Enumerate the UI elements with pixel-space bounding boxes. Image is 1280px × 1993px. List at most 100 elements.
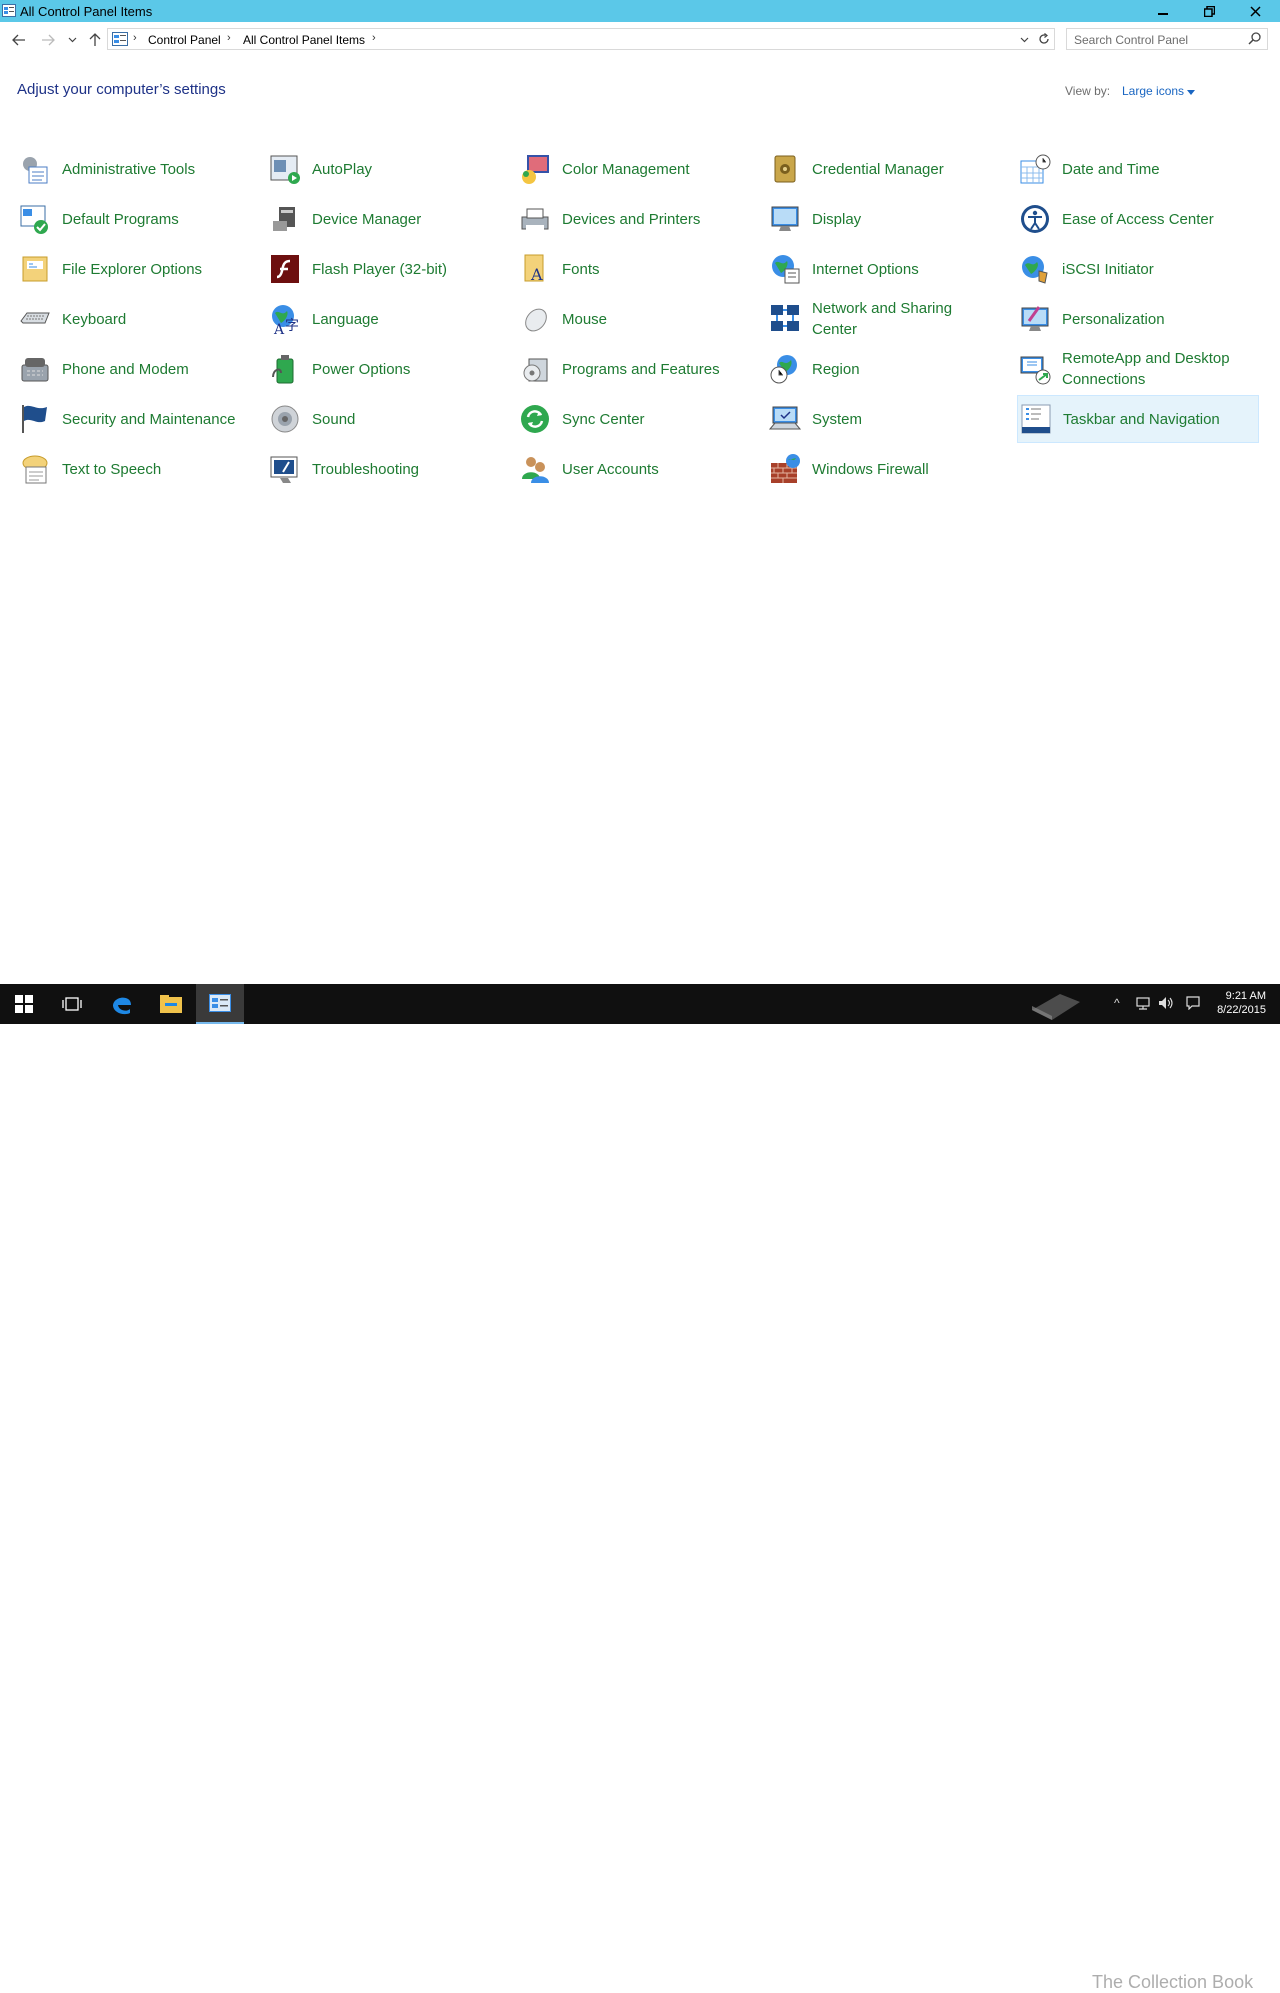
- volume-icon[interactable]: [1158, 996, 1174, 1010]
- breadcrumb-separator[interactable]: ›: [133, 32, 137, 44]
- control-panel-item[interactable]: Ease of Access Center: [1017, 195, 1259, 243]
- control-panel-item[interactable]: Programs and Features: [517, 345, 759, 393]
- item-label[interactable]: Security and Maintenance: [62, 409, 235, 430]
- control-panel-item[interactable]: Administrative Tools: [17, 145, 259, 193]
- control-panel-item[interactable]: Personalization: [1017, 295, 1259, 343]
- item-label[interactable]: Taskbar and Navigation: [1063, 409, 1220, 430]
- file-explorer-button[interactable]: [147, 984, 195, 1024]
- item-label[interactable]: Language: [312, 309, 379, 330]
- control-panel-taskbar-button[interactable]: [196, 984, 244, 1024]
- control-panel-item[interactable]: AutoPlay: [267, 145, 509, 193]
- item-label[interactable]: Flash Player (32-bit): [312, 259, 447, 280]
- close-button[interactable]: [1232, 0, 1278, 22]
- date-time-icon: [1020, 154, 1051, 184]
- item-label[interactable]: AutoPlay: [312, 159, 372, 180]
- control-panel-item[interactable]: Date and Time: [1017, 145, 1259, 193]
- control-panel-item[interactable]: Windows Firewall: [767, 445, 1009, 493]
- item-label[interactable]: Fonts: [562, 259, 600, 280]
- control-panel-item[interactable]: Color Management: [517, 145, 759, 193]
- item-label[interactable]: Administrative Tools: [62, 159, 195, 180]
- refresh-icon[interactable]: [1038, 33, 1050, 45]
- item-label[interactable]: iSCSI Initiator: [1062, 259, 1154, 280]
- task-view-button[interactable]: [48, 984, 96, 1024]
- item-label[interactable]: Date and Time: [1062, 159, 1160, 180]
- item-label[interactable]: Color Management: [562, 159, 690, 180]
- breadcrumb-control-panel[interactable]: Control Panel: [148, 33, 221, 47]
- control-panel-item[interactable]: iSCSI Initiator: [1017, 245, 1259, 293]
- item-label[interactable]: Sync Center: [562, 409, 645, 430]
- forward-button[interactable]: [38, 30, 58, 50]
- control-panel-item[interactable]: Flash Player (32-bit): [267, 245, 509, 293]
- control-panel-item[interactable]: Phone and Modem: [17, 345, 259, 393]
- control-panel-item[interactable]: Internet Options: [767, 245, 1009, 293]
- view-by-dropdown[interactable]: Large icons: [1122, 84, 1196, 98]
- back-button[interactable]: [9, 30, 29, 50]
- item-label[interactable]: Display: [812, 209, 861, 230]
- item-label[interactable]: Sound: [312, 409, 355, 430]
- control-panel-item[interactable]: Security and Maintenance: [17, 395, 259, 443]
- item-label[interactable]: Default Programs: [62, 209, 179, 230]
- control-panel-item[interactable]: A Fonts: [517, 245, 759, 293]
- item-label[interactable]: Text to Speech: [62, 459, 161, 480]
- item-label[interactable]: Ease of Access Center: [1062, 209, 1214, 230]
- view-by-value[interactable]: Large icons: [1122, 84, 1184, 98]
- control-panel-item[interactable]: Credential Manager: [767, 145, 1009, 193]
- item-label[interactable]: Network and Sharing Center: [812, 298, 997, 340]
- control-panel-item[interactable]: Sound: [267, 395, 509, 443]
- minimize-button[interactable]: [1140, 0, 1186, 22]
- item-label[interactable]: RemoteApp and Desktop Connections: [1062, 348, 1247, 390]
- item-label[interactable]: Keyboard: [62, 309, 126, 330]
- item-label[interactable]: Devices and Printers: [562, 209, 700, 230]
- item-label[interactable]: Windows Firewall: [812, 459, 929, 480]
- item-label[interactable]: Power Options: [312, 359, 410, 380]
- control-panel-item[interactable]: Network and Sharing Center: [767, 295, 1009, 343]
- item-label[interactable]: Internet Options: [812, 259, 919, 280]
- up-button[interactable]: [85, 30, 105, 50]
- control-panel-item[interactable]: Region: [767, 345, 1009, 393]
- clock[interactable]: 9:21 AM 8/22/2015: [1217, 989, 1266, 1017]
- dropdown-arrow-icon[interactable]: [1187, 90, 1196, 95]
- item-label[interactable]: Phone and Modem: [62, 359, 189, 380]
- control-panel-item[interactable]: Devices and Printers: [517, 195, 759, 243]
- search-icon[interactable]: [1248, 32, 1261, 45]
- control-panel-item[interactable]: Display: [767, 195, 1009, 243]
- control-panel-item[interactable]: Text to Speech: [17, 445, 259, 493]
- network-tray-icon[interactable]: [1136, 996, 1150, 1010]
- control-panel-item[interactable]: System: [767, 395, 1009, 443]
- start-button[interactable]: [0, 984, 48, 1024]
- item-label[interactable]: User Accounts: [562, 459, 659, 480]
- control-panel-item[interactable]: Power Options: [267, 345, 509, 393]
- breadcrumb-all-items[interactable]: All Control Panel Items: [243, 33, 365, 47]
- item-label[interactable]: Region: [812, 359, 860, 380]
- item-label[interactable]: Mouse: [562, 309, 607, 330]
- control-panel-item[interactable]: Taskbar and Navigation: [1017, 395, 1259, 443]
- breadcrumb-separator[interactable]: ›: [372, 32, 376, 44]
- control-panel-item[interactable]: Default Programs: [17, 195, 259, 243]
- restore-button[interactable]: [1186, 0, 1232, 22]
- control-panel-item[interactable]: User Accounts: [517, 445, 759, 493]
- item-label[interactable]: Troubleshooting: [312, 459, 419, 480]
- item-label[interactable]: Personalization: [1062, 309, 1165, 330]
- breadcrumb-separator[interactable]: ›: [227, 32, 231, 44]
- item-label[interactable]: Device Manager: [312, 209, 421, 230]
- item-label[interactable]: Credential Manager: [812, 159, 944, 180]
- action-center-icon[interactable]: [1186, 996, 1200, 1010]
- control-panel-item[interactable]: A 字 Language: [267, 295, 509, 343]
- item-label[interactable]: File Explorer Options: [62, 259, 202, 280]
- recent-locations-button[interactable]: [62, 30, 82, 50]
- item-label[interactable]: Programs and Features: [562, 359, 720, 380]
- show-hidden-icons-button[interactable]: ^: [1114, 996, 1120, 1010]
- control-panel-item[interactable]: RemoteApp and Desktop Connections: [1017, 345, 1259, 393]
- search-input[interactable]: Search Control Panel: [1066, 28, 1268, 50]
- control-panel-item[interactable]: File Explorer Options: [17, 245, 259, 293]
- control-panel-item[interactable]: Mouse: [517, 295, 759, 343]
- address-dropdown-icon[interactable]: [1020, 37, 1029, 43]
- edge-button[interactable]: [98, 984, 146, 1024]
- control-panel-item[interactable]: Device Manager: [267, 195, 509, 243]
- item-label[interactable]: System: [812, 409, 862, 430]
- keyboard-icon: [20, 312, 50, 324]
- control-panel-item[interactable]: Troubleshooting: [267, 445, 509, 493]
- address-bar[interactable]: › Control Panel › All Control Panel Item…: [107, 28, 1055, 50]
- control-panel-item[interactable]: Keyboard: [17, 295, 259, 343]
- control-panel-item[interactable]: Sync Center: [517, 395, 759, 443]
